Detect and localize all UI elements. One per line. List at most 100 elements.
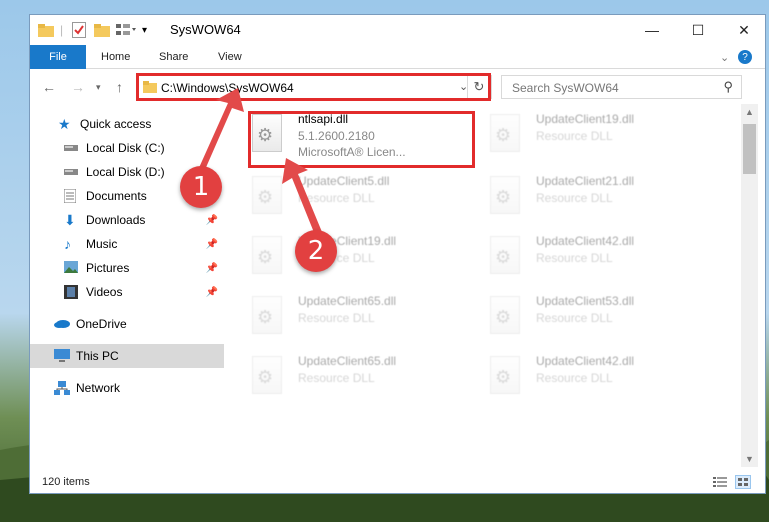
star-icon: ★	[58, 116, 71, 132]
sidebar-item-music[interactable]: ♪ Music 📌	[30, 232, 224, 256]
sidebar-item-onedrive[interactable]: OneDrive	[30, 312, 224, 336]
pin-icon[interactable]: 📌	[206, 263, 218, 274]
scroll-thumb[interactable]	[743, 124, 756, 174]
sidebar-item-quick-access[interactable]: ★ Quick access	[30, 112, 224, 136]
drive-icon	[64, 141, 80, 155]
navigation-pane: ★ Quick access Local Disk (C:) Local Dis…	[30, 104, 224, 467]
file-item[interactable]: UpdateClient53.dll Resource DLL	[464, 286, 694, 342]
file-item[interactable]: UpdateClient65.dll Resource DLL	[226, 346, 456, 402]
pictures-icon	[64, 261, 80, 275]
dll-file-icon	[490, 296, 520, 334]
sidebar-item-this-pc[interactable]: This PC	[30, 344, 224, 368]
sidebar-item-videos[interactable]: Videos 📌	[30, 280, 224, 304]
sidebar-item-label: Local Disk (D:)	[86, 165, 165, 179]
file-description: Resource DLL	[298, 311, 375, 325]
file-name: UpdateClient53.dll	[536, 294, 635, 308]
expand-ribbon-icon[interactable]: ⌄	[720, 45, 729, 69]
tab-home[interactable]: Home	[101, 45, 130, 69]
sidebar-item-label: Pictures	[86, 261, 130, 275]
address-highlight-box	[136, 73, 491, 101]
step-badge-1: 1	[180, 166, 222, 208]
sidebar-item-label: Documents	[86, 189, 147, 203]
dll-file-icon	[252, 296, 282, 334]
file-name: UpdateClient65.dll	[298, 354, 397, 368]
sidebar-item-network[interactable]: Network	[30, 376, 224, 400]
sidebar-item-label: Downloads	[86, 213, 146, 227]
back-arrow-icon[interactable]: ←	[42, 79, 56, 95]
dll-file-icon	[490, 176, 520, 214]
step-badge-2: 2	[295, 230, 337, 272]
separator: |	[60, 23, 64, 37]
customize-toolbar-icon[interactable]: ▾	[142, 21, 147, 39]
pin-icon[interactable]: 📌	[206, 239, 218, 250]
minimize-button[interactable]: —	[629, 15, 675, 45]
file-item[interactable]: UpdateClient19.dll Resource DLL	[464, 104, 694, 160]
title-bar: | ▾ SysWOW64 — ☐ ✕	[30, 15, 765, 45]
sidebar-item-label: Music	[86, 237, 118, 251]
status-bar: 120 items	[30, 471, 765, 495]
sidebar-item-label: Videos	[86, 285, 123, 299]
file-item[interactable]: UpdateClient42.dll Resource DLL	[464, 346, 694, 402]
item-count: 120 items	[42, 476, 90, 488]
search-input[interactable]: Search SysWOW64 ⚲	[501, 75, 742, 99]
properties-icon[interactable]	[72, 21, 86, 39]
close-button[interactable]: ✕	[721, 15, 767, 45]
up-arrow-icon[interactable]: ↑	[116, 79, 123, 95]
file-name: UpdateClient65.dll	[298, 294, 397, 308]
file-name: UpdateClient42.dll	[536, 234, 635, 248]
tab-share[interactable]: Share	[159, 45, 188, 69]
view-options-icon[interactable]	[116, 21, 136, 39]
file-description: Resource DLL	[536, 311, 613, 325]
forward-arrow-icon[interactable]: →	[71, 79, 85, 95]
folder-icon	[38, 21, 54, 39]
sidebar-item-label: This PC	[76, 349, 119, 363]
file-item[interactable]: UpdateClient21.dll Resource DLL	[464, 166, 694, 222]
vertical-scrollbar[interactable]: ▲ ▼	[741, 104, 758, 467]
help-icon[interactable]: ?	[738, 45, 752, 69]
file-item[interactable]: UpdateClient65.dll Resource DLL	[226, 286, 456, 342]
pin-icon[interactable]: 📌	[206, 215, 218, 226]
sidebar-item-local-disk-c[interactable]: Local Disk (C:)	[30, 136, 224, 160]
file-name: UpdateClient19.dll	[536, 112, 635, 126]
music-icon: ♪	[64, 236, 71, 252]
documents-icon	[63, 188, 80, 204]
tab-file[interactable]: File	[30, 45, 86, 69]
download-icon: ⬇	[64, 212, 76, 228]
sidebar-item-downloads[interactable]: ⬇ Downloads 📌	[30, 208, 224, 232]
file-item[interactable]: UpdateClient42.dll Resource DLL	[464, 226, 694, 282]
videos-icon	[64, 285, 80, 299]
window-title: SysWOW64	[170, 22, 241, 37]
dll-file-icon	[252, 236, 282, 274]
drive-icon	[64, 165, 80, 179]
help-label: ?	[738, 50, 752, 64]
file-description: Resource DLL	[298, 371, 375, 385]
dll-file-icon	[490, 236, 520, 274]
details-view-icon[interactable]	[713, 476, 727, 491]
file-item[interactable]: UpdateClient5.dll Resource DLL	[226, 166, 456, 222]
recent-locations-icon[interactable]: ▾	[96, 82, 101, 93]
scroll-up-icon[interactable]: ▲	[745, 107, 754, 117]
computer-icon	[54, 349, 70, 363]
tab-view[interactable]: View	[218, 45, 242, 69]
file-description: Resource DLL	[536, 251, 613, 265]
file-description: Resource DLL	[536, 371, 613, 385]
file-highlight-box	[248, 111, 475, 168]
sidebar-item-pictures[interactable]: Pictures 📌	[30, 256, 224, 280]
scroll-down-icon[interactable]: ▼	[745, 454, 754, 464]
dll-file-icon	[490, 356, 520, 394]
tiles-view-icon[interactable]	[735, 475, 751, 489]
file-description: Resource DLL	[298, 191, 375, 205]
ribbon: File Home Share View ⌄ ?	[30, 45, 765, 69]
file-item[interactable]: UpdateClient19.dll Resource DLL	[226, 226, 456, 282]
dll-file-icon	[252, 176, 282, 214]
sidebar-item-label: Quick access	[80, 117, 152, 131]
dll-file-icon	[252, 356, 282, 394]
new-folder-icon[interactable]	[94, 21, 110, 39]
dll-file-icon	[490, 114, 520, 152]
maximize-button[interactable]: ☐	[675, 15, 721, 45]
file-description: Resource DLL	[536, 129, 613, 143]
pin-icon[interactable]: 📌	[206, 287, 218, 298]
network-icon	[54, 381, 70, 395]
search-icon: ⚲	[723, 79, 733, 94]
cloud-icon	[54, 317, 70, 331]
